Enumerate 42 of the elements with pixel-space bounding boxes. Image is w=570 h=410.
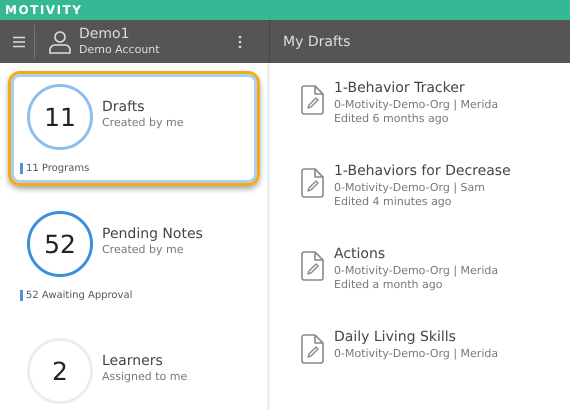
count-ring: 52 — [27, 211, 93, 277]
summary-card[interactable]: 2 Learners Assigned to me — [8, 325, 260, 410]
edited-time: Edited 4 minutes ago — [334, 195, 453, 209]
card-footer: 11 Programs — [26, 163, 90, 174]
user-icon — [48, 30, 72, 54]
document-edit-icon — [300, 85, 324, 115]
draft-meta: 0-Motivity-Demo-Org | Sam — [334, 181, 486, 195]
card-subtitle: Created by me — [102, 116, 184, 128]
card-subtitle: Created by me — [102, 242, 185, 256]
card-title: Pending Notes — [102, 224, 203, 242]
document-edit-icon — [300, 334, 324, 364]
draft-item[interactable]: 1-Behavior Tracker 0-Motivity-Demo-Org | Merida Edited 6 months ago — [300, 71, 570, 154]
draft-meta: 0-Motivity-Demo-Org | Merida — [334, 347, 498, 361]
count-ring: 11 — [27, 84, 93, 150]
edited-time: Edited a month ago — [334, 278, 444, 292]
card-subtitle: Assigned to me — [102, 370, 188, 382]
document-edit-icon — [300, 168, 324, 198]
draft-item[interactable]: Actions 0-Motivity-Demo-Org | Merida Edited a month ago — [300, 237, 570, 320]
summary-card[interactable]: 52 Pending Notes Created by me 52 Awaiting Approval — [8, 198, 260, 313]
footer-marker — [20, 290, 23, 301]
draft-meta: 0-Motivity-Demo-Org | Merida — [334, 98, 498, 112]
draft-title: Actions — [334, 245, 386, 264]
draft-title: 1-Behaviors for Decrease — [334, 162, 511, 181]
card-footer: 52 Awaiting Approval — [26, 290, 132, 301]
document-edit-icon — [300, 251, 324, 281]
logo: MOTIVITY — [5, 3, 82, 17]
draft-item[interactable]: Daily Living Skills 0-Motivity-Demo-Org | Merida — [300, 320, 570, 403]
draft-meta: 0-Motivity-Demo-Org | Merida — [334, 264, 498, 278]
draft-item[interactable]: 1-Behaviors for Decrease 0-Motivity-Demo-Org | Sam Edited 4 minutes ago — [300, 154, 570, 237]
edited-time: Edited 6 months ago — [334, 112, 450, 126]
count-ring: 2 — [27, 338, 93, 404]
card-title: Learners — [102, 352, 164, 370]
more-icon — [238, 34, 242, 48]
card-title: Drafts — [102, 98, 146, 116]
account-name: Demo1 — [79, 26, 131, 43]
account-subtitle: Demo Account — [79, 43, 161, 57]
draft-title: Daily Living Skills — [334, 328, 457, 347]
draft-title: 1-Behavior Tracker — [334, 79, 466, 98]
summary-card[interactable]: 11 Drafts Created by me 11 Programs — [8, 71, 260, 186]
menu-icon — [12, 36, 26, 48]
panel-title: My Drafts — [283, 34, 350, 50]
footer-marker — [20, 163, 23, 174]
